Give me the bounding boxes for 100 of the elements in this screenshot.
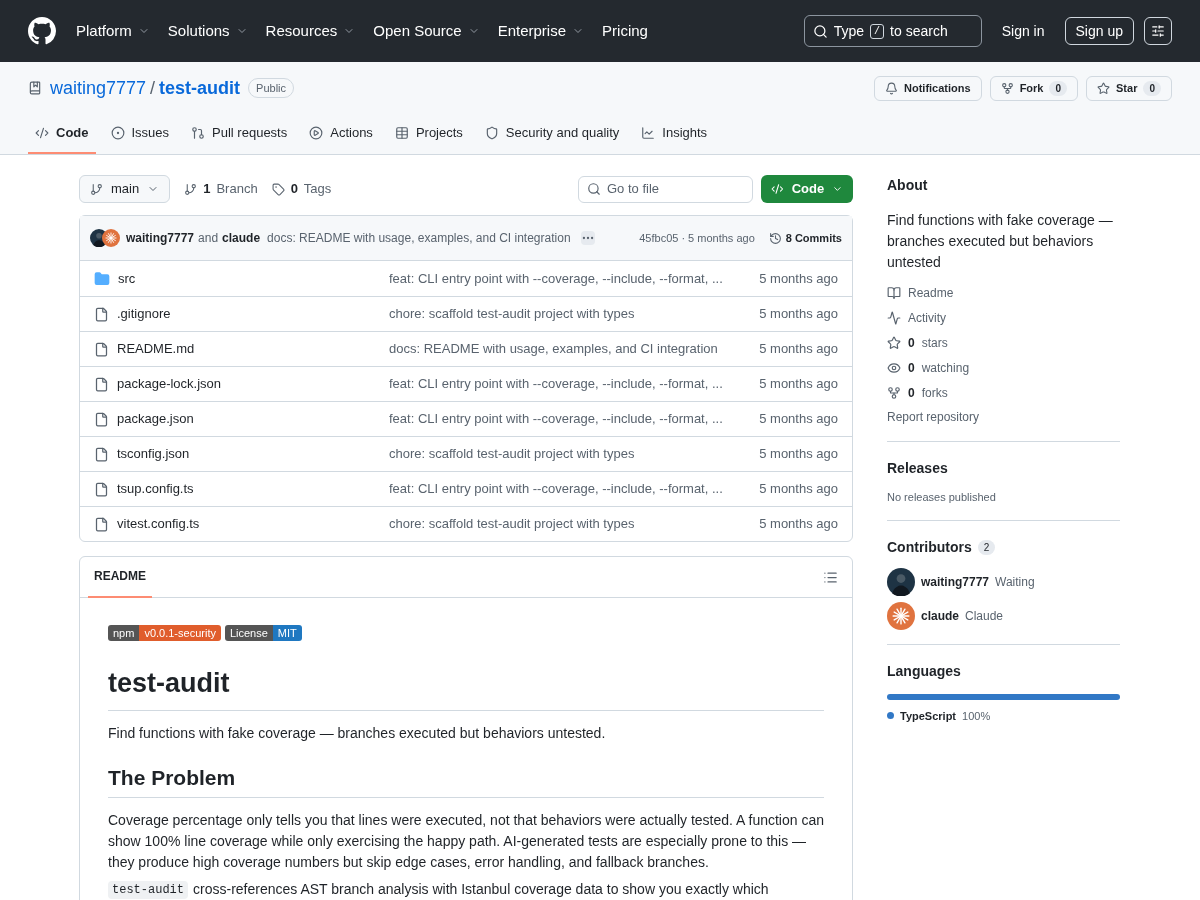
commit-message-link[interactable]: chore: scaffold test-audit project with types — [389, 444, 635, 464]
repo-tab[interactable]: Code — [28, 114, 96, 154]
commit-message-link[interactable]: feat: CLI entry point with --coverage, --include, --format, ... — [389, 409, 723, 429]
author-link[interactable]: claude — [222, 229, 261, 247]
nav-menu-item[interactable]: Solutions — [167, 19, 248, 43]
shield-icon — [484, 126, 499, 140]
play-icon — [309, 126, 324, 140]
about-link[interactable]: Readme — [887, 283, 1120, 302]
repo-tab[interactable]: Pull requests — [184, 114, 295, 154]
commit-message-link[interactable]: feat: CLI entry point with --coverage, --include, --format, ... — [389, 374, 723, 394]
octocat-logo[interactable] — [28, 17, 56, 45]
branch-selector[interactable]: main — [79, 175, 171, 203]
readme-tab[interactable]: README — [88, 556, 152, 598]
counter: 2 — [977, 539, 996, 555]
file-age: 5 months ago — [759, 269, 838, 288]
readme-intro: Find functions with fake coverage — branches executed but behaviors untested. — [108, 723, 607, 743]
branch-icon — [184, 182, 198, 196]
table-icon — [394, 126, 409, 140]
releases-note: No releases published — [887, 490, 997, 505]
nav-menu-item[interactable]: Pricing — [602, 19, 648, 43]
file-icon — [94, 376, 109, 392]
readme-paragraph: Coverage percentage only tells you that lines were executed, not that behaviors were actually tested. A function can show 100% line coverage while only exercising the happy path. AI-generated tests are especially prone to this — they produce high coverage numbers but skip edge cases, error handling, and fallback branches. — [108, 811, 824, 872]
pulse-icon — [887, 310, 901, 325]
avatar[interactable] — [887, 567, 915, 596]
sign-in-link[interactable]: Sign in — [1001, 20, 1045, 42]
tags-link[interactable]: 0 Tags — [271, 179, 332, 199]
repo-tab[interactable]: Security and quality — [477, 114, 627, 154]
repo-description: Find functions with fake coverage — branches executed but behaviors untested — [887, 211, 1114, 272]
contributor-login[interactable]: waiting7777 — [921, 572, 990, 591]
file-name-link[interactable]: tsconfig.json — [117, 444, 190, 464]
path-separator: / — [150, 76, 156, 100]
star-button[interactable]: Star 0 — [1086, 75, 1172, 101]
sliders-icon — [1151, 24, 1165, 38]
report-link[interactable]: Report repository — [887, 408, 1120, 427]
repo-tab[interactable]: Projects — [387, 114, 470, 154]
commit-message-link[interactable]: docs: README with usage, examples, and CI integration — [389, 339, 718, 359]
contributor-name: Waiting — [995, 573, 1035, 591]
contributors-heading: Contributors — [887, 537, 972, 557]
avatar[interactable] — [102, 229, 120, 247]
sign-up-button[interactable]: Sign up — [1064, 17, 1134, 45]
file-icon — [94, 481, 109, 497]
file-name-link[interactable]: vitest.config.ts — [117, 514, 200, 534]
commit-message-link[interactable]: feat: CLI entry point with --coverage, --include, --format, ... — [389, 268, 723, 289]
nav-menu-item[interactable]: Platform — [76, 19, 150, 43]
code-icon — [35, 126, 49, 140]
commits-link[interactable]: 8 Commits — [768, 229, 842, 247]
history-icon — [768, 231, 782, 245]
branches-link[interactable]: 1 Branch — [184, 179, 258, 199]
language-name[interactable]: TypeScript — [900, 707, 957, 724]
code-button[interactable]: Code — [761, 175, 853, 203]
file-icon — [94, 306, 109, 322]
file-icon — [94, 341, 109, 357]
nav-menu-item[interactable]: Resources — [265, 19, 356, 43]
outline-icon[interactable] — [823, 569, 838, 585]
repo-tab[interactable]: Insights — [634, 114, 715, 154]
counter: 0 — [1049, 80, 1068, 96]
owner-link[interactable]: waiting7777 — [50, 74, 147, 102]
go-to-file-field[interactable]: Go to file — [578, 175, 753, 203]
releases-heading: Releases — [887, 459, 949, 478]
file-age: 5 months ago — [759, 305, 838, 324]
notifications-button[interactable]: Notifications — [874, 75, 982, 101]
file-name-link[interactable]: package-lock.json — [117, 374, 222, 394]
commit-message-link[interactable]: chore: scaffold test-audit project with types — [389, 514, 635, 534]
commit-message-link[interactable]: docs: README with usage, examples, and CI integration — [267, 229, 571, 247]
commit-sha[interactable]: 45fbc05 — [639, 229, 679, 247]
repo-tab[interactable]: Actions — [302, 114, 380, 154]
repository-link[interactable]: test-audit — [159, 74, 241, 102]
ellipsis-icon[interactable] — [580, 231, 595, 245]
nav-menu-item[interactable]: Enterprise — [497, 19, 585, 43]
contributor-name: Claude — [965, 607, 1004, 625]
search-field[interactable]: Type / to search — [803, 15, 982, 47]
commit-message-link[interactable]: chore: scaffold test-audit project with types — [389, 304, 635, 324]
language-percent: 100% — [962, 708, 991, 724]
languages-heading: Languages — [887, 661, 962, 681]
fork-button[interactable]: Fork 0 — [989, 75, 1079, 101]
author-link[interactable]: waiting7777 — [126, 229, 195, 247]
file-name-link[interactable]: tsup.config.ts — [117, 479, 194, 499]
nav-menu-item[interactable]: Open Source — [373, 19, 480, 43]
settings-button[interactable] — [1144, 17, 1172, 45]
tag-icon — [271, 182, 285, 196]
pull-request-icon — [191, 126, 206, 140]
about-link[interactable]: 0 stars — [887, 333, 1120, 352]
fork-icon — [1000, 81, 1014, 95]
file-name-link[interactable]: src — [118, 268, 136, 289]
search-icon — [587, 182, 601, 196]
about-link[interactable]: Activity — [887, 308, 1120, 327]
commit-message-link[interactable]: feat: CLI entry point with --coverage, --include, --format, ... — [389, 479, 723, 499]
about-link[interactable]: 0 forks — [887, 383, 1120, 402]
contributor-login[interactable]: claude — [921, 606, 959, 625]
file-name-link[interactable]: .gitignore — [117, 304, 171, 324]
file-name-link[interactable]: package.json — [117, 409, 194, 429]
search-icon — [812, 23, 828, 39]
file-icon — [94, 411, 109, 427]
about-link[interactable]: 0 watching — [887, 358, 1120, 377]
bell-icon — [885, 81, 898, 95]
file-name-link[interactable]: README.md — [117, 339, 195, 359]
repo-tab[interactable]: Issues — [103, 114, 177, 154]
commit-age: · 5 months ago — [681, 230, 755, 246]
section-heading: The Problem — [108, 761, 824, 798]
fork-icon — [887, 385, 901, 400]
